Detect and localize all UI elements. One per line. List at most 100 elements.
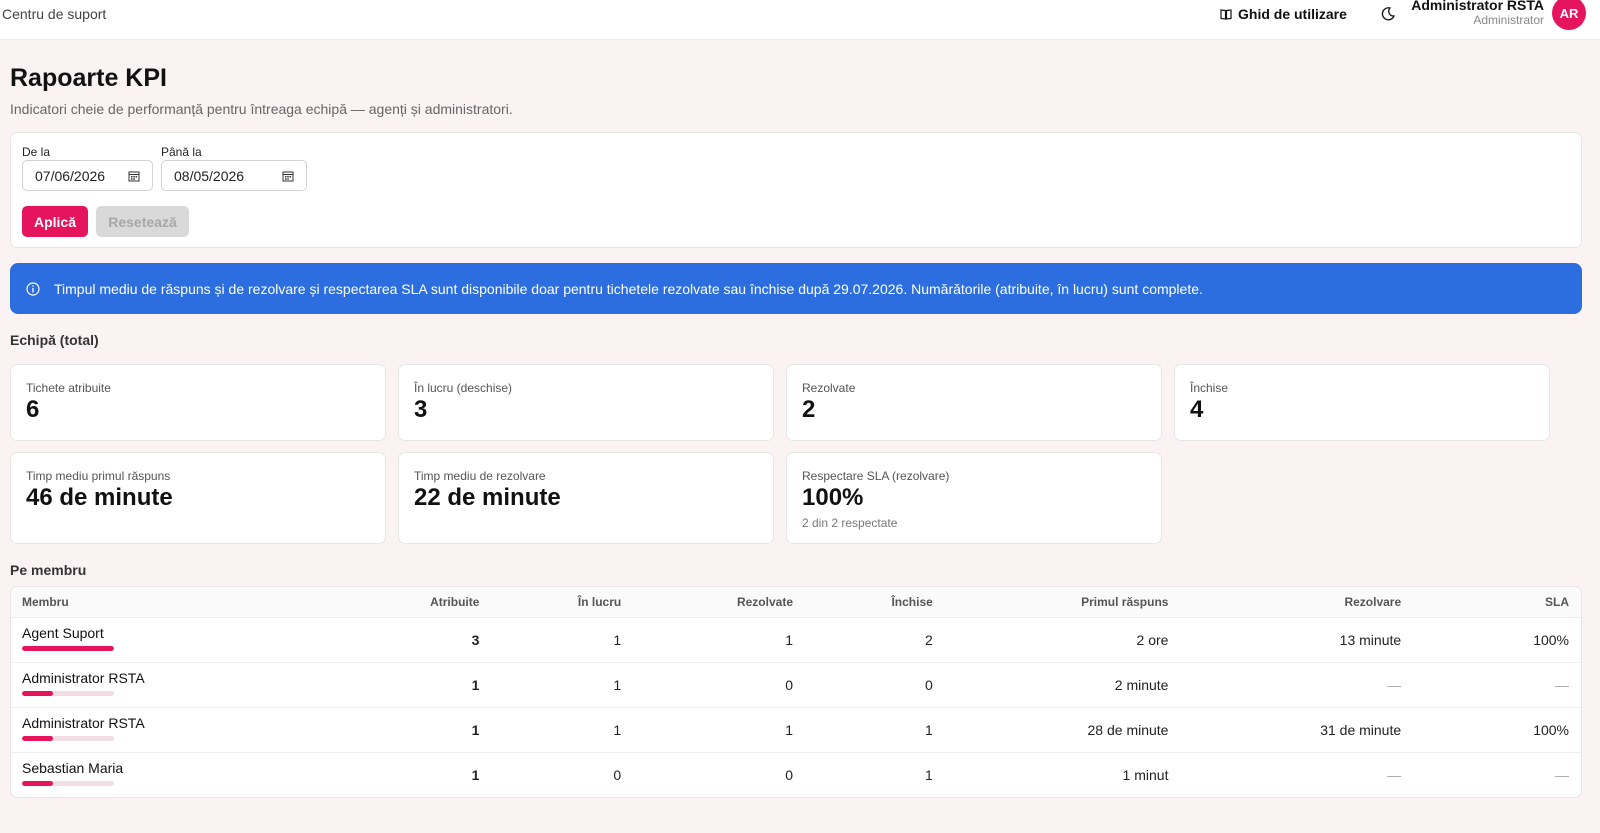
member-share-bar — [22, 645, 114, 651]
apply-button[interactable]: Aplică — [22, 206, 88, 237]
member-share-bar-fill — [22, 735, 53, 741]
kpi-label: Închise — [1190, 381, 1229, 395]
in-progress-cell: 1 — [613, 676, 622, 693]
kpi-card-resolved: Rezolvate 2 — [786, 364, 1162, 441]
kpi-card-assigned: Tichete atribuite 6 — [10, 364, 386, 441]
resolution-cell: 31 de minute — [1320, 721, 1402, 738]
table-row[interactable]: Sebastian Maria 1 0 0 1 1 minut — — — [11, 752, 1581, 797]
members-section-title: Pe membru — [10, 562, 87, 578]
member-share-bar-fill — [22, 645, 114, 651]
kpi-value: 3 — [414, 396, 428, 423]
user-name: Administrator RSTA — [1411, 0, 1544, 13]
table-row[interactable]: Agent Suport 3 1 1 2 2 ore 13 minute 100% — [11, 617, 1581, 662]
column-header-in-progress[interactable]: În lucru — [479, 587, 621, 617]
from-date-input[interactable]: 07/06/2026 — [22, 160, 153, 191]
table-row[interactable]: Administrator RSTA 1 1 1 1 28 de minute 31 de … — [11, 707, 1581, 752]
kpi-card-in-progress: În lucru (deschise) 3 — [398, 364, 774, 441]
column-header-resolved[interactable]: Rezolvate — [621, 587, 793, 617]
first-response-cell: 28 de minute — [1087, 721, 1169, 738]
column-header-member[interactable]: Membru — [11, 587, 331, 617]
resolution-cell: 13 minute — [1339, 631, 1402, 648]
kpi-subtext: 2 din 2 respectate — [802, 516, 898, 530]
page-subtitle: Indicatori cheie de performanță pentru î… — [10, 101, 513, 117]
member-share-bar — [22, 735, 114, 741]
member-name: Agent Suport — [22, 624, 104, 641]
kpi-value: 100% — [802, 484, 864, 511]
kpi-value: 4 — [1190, 396, 1204, 423]
user-guide-link[interactable]: Ghid de utilizare — [1220, 6, 1347, 22]
first-response-cell: 1 minut — [1122, 766, 1169, 783]
assigned-cell: 3 — [471, 631, 480, 648]
avatar[interactable]: AR — [1552, 0, 1586, 30]
member-cell: Agent Suport — [11, 617, 331, 662]
in-progress-cell: 1 — [613, 721, 622, 738]
sla-cell: 100% — [1533, 721, 1569, 738]
book-icon — [1220, 9, 1232, 20]
column-header-closed[interactable]: Închise — [793, 587, 932, 617]
kpi-label: Rezolvate — [802, 381, 856, 395]
assigned-cell: 1 — [471, 676, 480, 693]
from-date-label: De la — [22, 145, 51, 159]
resolved-cell: 0 — [785, 676, 793, 693]
info-banner: Timpul mediu de răspuns și de rezolvare … — [10, 263, 1582, 314]
page-title: Rapoarte KPI — [10, 64, 167, 92]
column-header-assigned[interactable]: Atribuite — [331, 587, 479, 617]
closed-cell: 1 — [925, 766, 933, 783]
kpi-value: 22 de minute — [414, 484, 561, 511]
sla-cell: — — [1555, 766, 1569, 783]
info-icon — [26, 281, 40, 296]
calendar-icon[interactable] — [282, 170, 294, 182]
user-role: Administrator — [1473, 13, 1544, 27]
in-progress-cell: 0 — [613, 766, 622, 783]
member-name: Administrator RSTA — [22, 714, 145, 731]
member-cell: Administrator RSTA — [11, 662, 331, 707]
calendar-icon[interactable] — [128, 170, 140, 182]
closed-cell: 2 — [925, 631, 933, 648]
resolved-cell: 0 — [785, 766, 793, 783]
kpi-card-first-response: Timp mediu primul răspuns 46 de minute — [10, 452, 386, 544]
kpi-value: 6 — [26, 396, 40, 423]
closed-cell: 0 — [925, 676, 933, 693]
kpi-label: În lucru (deschise) — [414, 381, 513, 395]
sla-cell: — — [1555, 676, 1569, 693]
member-cell: Administrator RSTA — [11, 707, 331, 752]
kpi-label: Tichete atribuite — [26, 381, 111, 395]
kpi-label: Respectare SLA (rezolvare) — [802, 469, 950, 483]
member-share-bar-fill — [22, 780, 53, 786]
top-bar: Centru de suport Ghid de utilizare Admin… — [0, 0, 1600, 40]
member-name: Sebastian Maria — [22, 759, 124, 776]
first-response-cell: 2 minute — [1114, 676, 1169, 693]
table-header-row: Membru Atribuite În lucru Rezolvate Înch… — [11, 587, 1581, 617]
assigned-cell: 1 — [471, 721, 480, 738]
member-cell: Sebastian Maria — [11, 752, 331, 797]
info-banner-text: Timpul mediu de răspuns și de rezolvare … — [54, 280, 1203, 297]
members-table: Membru Atribuite În lucru Rezolvate Înch… — [11, 587, 1581, 797]
in-progress-cell: 1 — [613, 631, 622, 648]
user-info[interactable]: Administrator RSTA Administrator — [1411, 0, 1544, 27]
column-header-resolution[interactable]: Rezolvare — [1168, 587, 1401, 617]
member-share-bar-fill — [22, 690, 53, 696]
table-row[interactable]: Administrator RSTA 1 1 0 0 2 minute — — — [11, 662, 1581, 707]
column-header-first-response[interactable]: Primul răspuns — [933, 587, 1168, 617]
brand-title[interactable]: Centru de suport — [2, 6, 106, 22]
to-date-label: Până la — [161, 145, 202, 159]
kpi-label: Timp mediu primul răspuns — [26, 469, 171, 483]
reset-button[interactable]: Resetează — [96, 206, 189, 237]
sla-cell: 100% — [1533, 631, 1569, 648]
date-filter-card: De la 07/06/2026 Până la 08/05/2026 Apli… — [10, 132, 1582, 248]
to-date-input[interactable]: 08/05/2026 — [161, 160, 307, 191]
user-guide-label: Ghid de utilizare — [1238, 6, 1347, 22]
resolved-cell: 1 — [785, 721, 793, 738]
team-section-title: Echipă (total) — [10, 332, 99, 348]
moon-icon[interactable] — [1380, 6, 1396, 22]
member-share-bar — [22, 690, 114, 696]
kpi-card-resolution-time: Timp mediu de rezolvare 22 de minute — [398, 452, 774, 544]
closed-cell: 1 — [925, 721, 933, 738]
kpi-card-closed: Închise 4 — [1174, 364, 1550, 441]
assigned-cell: 1 — [471, 766, 480, 783]
member-name: Administrator RSTA — [22, 669, 145, 686]
kpi-value: 2 — [802, 396, 816, 423]
column-header-sla[interactable]: SLA — [1401, 587, 1581, 617]
kpi-label: Timp mediu de rezolvare — [414, 469, 546, 483]
resolved-cell: 1 — [785, 631, 793, 648]
